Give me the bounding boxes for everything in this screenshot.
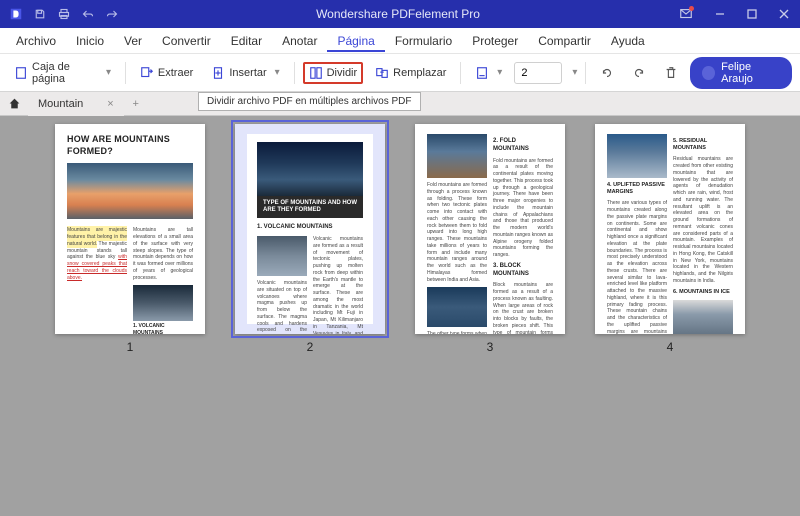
- menu-convertir[interactable]: Convertir: [152, 30, 221, 52]
- menu-anotar[interactable]: Anotar: [272, 30, 327, 52]
- menu-archivo[interactable]: Archivo: [6, 30, 66, 52]
- menu-bar: Archivo Inicio Ver Convertir Editar Anot…: [0, 28, 800, 54]
- notification-icon[interactable]: [672, 0, 704, 28]
- tab-label: Mountain: [38, 98, 83, 110]
- page-image: [257, 142, 363, 196]
- title-bar: Wondershare PDFelement Pro: [0, 0, 800, 28]
- page-number-label: 3: [487, 340, 494, 354]
- app-logo-icon: [4, 2, 28, 26]
- document-tab[interactable]: Mountain ×: [28, 92, 124, 116]
- page-number-input[interactable]: [514, 62, 562, 84]
- page-image: [133, 285, 193, 321]
- close-tab-icon[interactable]: ×: [107, 98, 113, 110]
- page-image: [607, 134, 667, 178]
- menu-formulario[interactable]: Formulario: [385, 30, 462, 52]
- chevron-down-icon[interactable]: ▾: [572, 67, 577, 78]
- rotate-right-icon: [632, 66, 646, 80]
- extract-icon: [140, 66, 154, 80]
- page-image: [427, 287, 487, 327]
- rotate-left-icon: [600, 66, 614, 80]
- minimize-button[interactable]: [704, 0, 736, 28]
- menu-proteger[interactable]: Proteger: [462, 30, 528, 52]
- separator: [460, 62, 461, 84]
- page-image: [673, 300, 733, 334]
- redo-icon[interactable]: [100, 2, 124, 26]
- menu-pagina[interactable]: Página: [327, 30, 384, 52]
- page-box-icon: [14, 66, 28, 80]
- section-heading: 6. MOUNTAINS IN ICE: [673, 289, 733, 296]
- print-icon[interactable]: [52, 2, 76, 26]
- replace-button[interactable]: Remplazar: [369, 62, 452, 84]
- split-icon: [309, 66, 323, 80]
- separator: [585, 62, 586, 84]
- page-box-label: Caja de página: [32, 61, 98, 85]
- save-icon[interactable]: [28, 2, 52, 26]
- insert-label: Insertar: [229, 67, 266, 79]
- thumbnail-3[interactable]: Fold mountains are formed through a proc…: [415, 124, 565, 354]
- user-account-button[interactable]: Felipe Araujo: [690, 57, 792, 89]
- page-title: HOW ARE MOUNTAINS FORMED?: [67, 134, 193, 157]
- separator: [294, 62, 295, 84]
- menu-editar[interactable]: Editar: [221, 30, 272, 52]
- thumbnail-4[interactable]: 4. UPLIFTED PASSIVE MARGINS There are va…: [595, 124, 745, 354]
- section-heading: 2. FOLD MOUNTAINS: [493, 138, 553, 154]
- undo-icon[interactable]: [76, 2, 100, 26]
- split-tooltip: Dividir archivo PDF en múltiples archivo…: [198, 92, 421, 111]
- separator: [125, 62, 126, 84]
- extract-button[interactable]: Extraer: [134, 62, 199, 84]
- user-name-label: Felipe Araujo: [721, 61, 780, 85]
- maximize-button[interactable]: [736, 0, 768, 28]
- page-label-button[interactable]: ▾: [469, 62, 508, 84]
- toolbar: Caja de página ▾ Extraer Insertar ▾ Divi…: [0, 54, 800, 92]
- avatar-icon: [702, 66, 715, 80]
- chevron-down-icon: ▾: [106, 67, 111, 78]
- close-button[interactable]: [768, 0, 800, 28]
- window-title: Wondershare PDFelement Pro: [124, 7, 672, 21]
- chevron-down-icon: ▾: [275, 67, 280, 78]
- page-thumbnail-area: HOW ARE MOUNTAINS FORMED? Mountains are …: [0, 116, 800, 516]
- add-tab-button[interactable]: +: [124, 98, 148, 110]
- split-label: Dividir: [327, 67, 358, 79]
- replace-label: Remplazar: [393, 67, 446, 79]
- page-number-label: 4: [667, 340, 674, 354]
- rotate-right-button[interactable]: [626, 62, 652, 84]
- page-image: [257, 236, 307, 276]
- split-button[interactable]: Dividir: [303, 62, 364, 84]
- page-image: [67, 163, 193, 219]
- menu-inicio[interactable]: Inicio: [66, 30, 114, 52]
- rotate-left-button[interactable]: [594, 62, 620, 84]
- section-heading: 1. VOLCANIC MOUNTAINS: [257, 224, 363, 232]
- page-heading: TYPE OF MOUNTAINS AND HOW ARE THEY FORME…: [257, 196, 363, 218]
- thumbnail-2[interactable]: TYPE OF MOUNTAINS AND HOW ARE THEY FORME…: [235, 124, 385, 354]
- thumbnail-1[interactable]: HOW ARE MOUNTAINS FORMED? Mountains are …: [55, 124, 205, 354]
- section-heading: 3. BLOCK MOUNTAINS: [493, 263, 553, 279]
- menu-compartir[interactable]: Compartir: [528, 30, 601, 52]
- delete-page-button[interactable]: [658, 62, 684, 84]
- page-number-label: 1: [127, 340, 134, 354]
- menu-ver[interactable]: Ver: [114, 30, 152, 52]
- replace-icon: [375, 66, 389, 80]
- page-label-icon: [475, 66, 489, 80]
- section-heading: 4. UPLIFTED PASSIVE MARGINS: [607, 182, 667, 196]
- section-heading: 5. RESIDUAL MOUNTAINS: [673, 138, 733, 152]
- page-box-button[interactable]: Caja de página ▾: [8, 57, 117, 89]
- extract-label: Extraer: [158, 67, 193, 79]
- insert-icon: [211, 66, 225, 80]
- home-button[interactable]: [0, 92, 28, 116]
- menu-ayuda[interactable]: Ayuda: [601, 30, 655, 52]
- image-caption: 1. VOLCANIC MOUNTAINS: [133, 323, 193, 334]
- page-number-label: 2: [307, 340, 314, 354]
- insert-button[interactable]: Insertar ▾: [205, 62, 285, 84]
- trash-icon: [664, 66, 678, 80]
- page-image: [427, 134, 487, 178]
- chevron-down-icon: ▾: [497, 67, 502, 78]
